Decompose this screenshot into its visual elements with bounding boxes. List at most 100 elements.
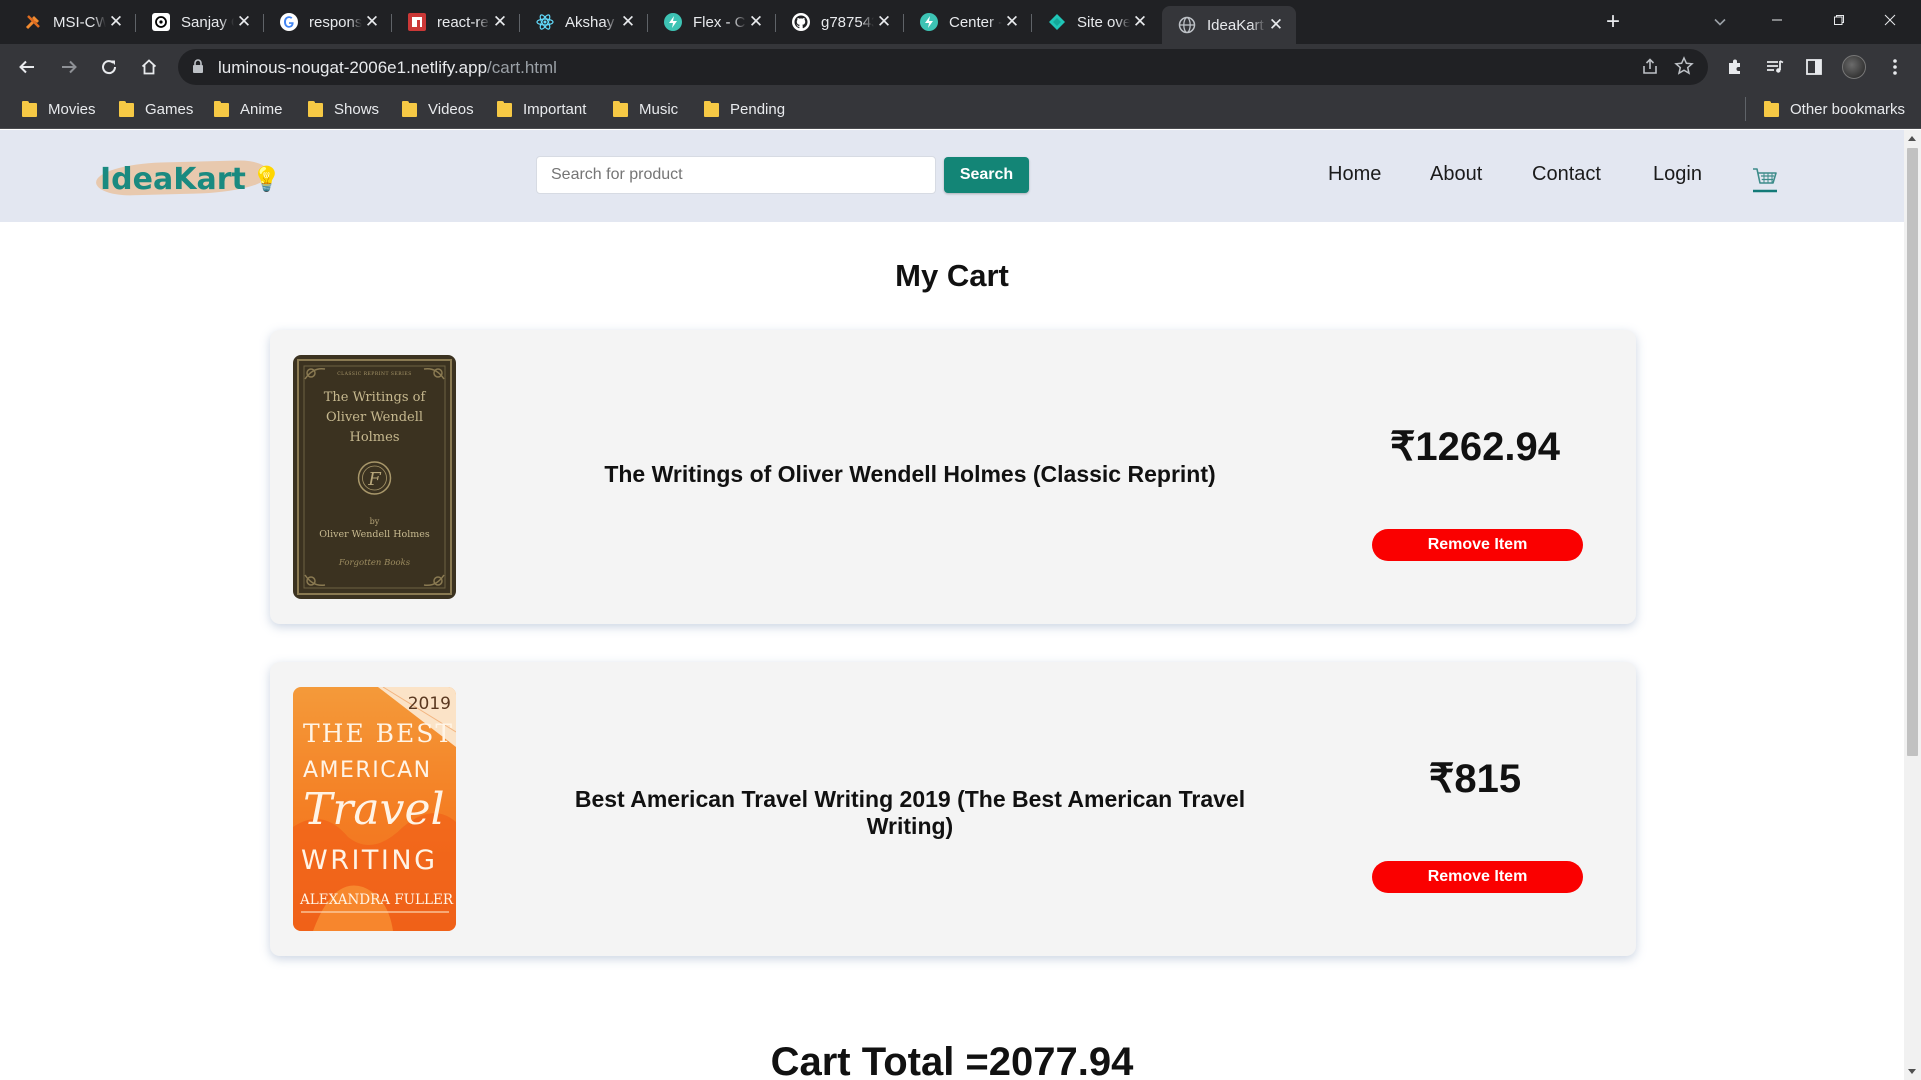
nav-home-link[interactable]: Home bbox=[1328, 163, 1381, 186]
bookmark-folder-videos[interactable]: Videos bbox=[402, 97, 474, 121]
share-icon[interactable] bbox=[1640, 57, 1660, 82]
browser-tab[interactable]: Flex - Chakra ✕ bbox=[648, 6, 776, 38]
book-cover-image[interactable]: 2019 THE BEST AMERICAN Travel WRITING AL… bbox=[293, 687, 456, 931]
svg-text:Oliver Wendell Holmes: Oliver Wendell Holmes bbox=[319, 529, 430, 540]
chakra-favicon-icon bbox=[920, 13, 938, 31]
extensions-puzzle-icon[interactable] bbox=[1718, 50, 1752, 84]
profile-avatar[interactable] bbox=[1842, 55, 1866, 79]
folder-icon bbox=[1764, 101, 1779, 117]
tools-favicon-icon bbox=[24, 13, 42, 31]
svg-text:Oliver Wendell: Oliver Wendell bbox=[326, 410, 423, 425]
remove-item-button[interactable]: Remove Item bbox=[1372, 861, 1583, 893]
folder-icon bbox=[22, 101, 37, 117]
browser-toolbar: luminous-nougat-2006e1.netlify.app/cart.… bbox=[0, 44, 1921, 89]
svg-text:Holmes: Holmes bbox=[349, 430, 399, 445]
svg-text:2019: 2019 bbox=[408, 694, 451, 714]
page-scrollbar[interactable] bbox=[1904, 130, 1921, 1080]
cart-item: 2019 THE BEST AMERICAN Travel WRITING AL… bbox=[270, 662, 1636, 956]
browser-tab[interactable]: MSI-CW-Blog ✕ bbox=[8, 6, 136, 38]
product-search-input[interactable] bbox=[536, 156, 936, 194]
tab-close-icon[interactable]: ✕ bbox=[1002, 12, 1022, 32]
browser-tab[interactable]: g787543/ideakart ✕ bbox=[776, 6, 904, 38]
tab-search-chevron-icon[interactable] bbox=[1706, 8, 1734, 36]
folder-icon bbox=[214, 101, 229, 117]
forward-arrow-icon[interactable] bbox=[52, 50, 86, 84]
cart-total: Cart Total =2077.94 bbox=[770, 1040, 1134, 1080]
bookmark-folder-pending[interactable]: Pending bbox=[704, 97, 785, 121]
scrollbar-thumb[interactable] bbox=[1907, 148, 1918, 756]
tab-close-icon[interactable]: ✕ bbox=[106, 12, 126, 32]
bookmark-folder-games[interactable]: Games bbox=[119, 97, 193, 121]
svg-text:Forgotten Books: Forgotten Books bbox=[338, 558, 411, 568]
back-arrow-icon[interactable] bbox=[10, 50, 44, 84]
folder-icon bbox=[613, 101, 628, 117]
browser-tab-active[interactable]: IdeaKart💡 ✕ bbox=[1162, 6, 1296, 44]
cart-icon[interactable] bbox=[1752, 166, 1778, 194]
tab-close-icon[interactable]: ✕ bbox=[1130, 12, 1150, 32]
scroll-down-arrow-icon[interactable] bbox=[1908, 1069, 1916, 1074]
browser-tab[interactable]: react-responsive ✕ bbox=[392, 6, 520, 38]
brand-name: IdeaKart bbox=[100, 161, 246, 197]
folder-icon bbox=[497, 101, 512, 117]
tab-close-icon[interactable]: ✕ bbox=[746, 12, 766, 32]
npm-favicon-icon bbox=[408, 13, 426, 31]
reload-icon[interactable] bbox=[92, 50, 126, 84]
bookmark-folder-movies[interactable]: Movies bbox=[22, 97, 96, 121]
side-panel-icon[interactable] bbox=[1797, 50, 1831, 84]
browser-tab[interactable]: Sanjay Gupta ✕ bbox=[136, 6, 264, 38]
svg-text:WRITING: WRITING bbox=[301, 845, 438, 876]
bookmark-star-icon[interactable] bbox=[1674, 56, 1694, 81]
tab-close-icon[interactable]: ✕ bbox=[234, 12, 254, 32]
folder-icon bbox=[402, 101, 417, 117]
site-header: IdeaKart 💡 Search Home About Contact Log… bbox=[0, 130, 1904, 222]
browser-menu-kebab-icon[interactable] bbox=[1878, 50, 1912, 84]
other-bookmarks-folder[interactable]: Other bookmarks bbox=[1764, 97, 1905, 121]
item-price: ₹1262.94 bbox=[1389, 425, 1561, 469]
site-logo[interactable]: IdeaKart 💡 bbox=[95, 158, 282, 200]
url-text[interactable]: luminous-nougat-2006e1.netlify.app/cart.… bbox=[218, 58, 557, 78]
netlify-favicon-icon bbox=[1048, 13, 1066, 31]
search-button[interactable]: Search bbox=[944, 157, 1029, 193]
tab-close-icon[interactable]: ✕ bbox=[618, 12, 638, 32]
browser-tab[interactable]: Center - Chakra ✕ bbox=[904, 6, 1032, 38]
tab-close-icon[interactable]: ✕ bbox=[1266, 15, 1286, 35]
address-bar[interactable]: luminous-nougat-2006e1.netlify.app/cart.… bbox=[178, 49, 1708, 85]
media-queue-icon[interactable] bbox=[1758, 50, 1792, 84]
nav-contact-link[interactable]: Contact bbox=[1532, 163, 1601, 186]
openai-favicon-icon bbox=[152, 13, 170, 31]
page-viewport: IdeaKart 💡 Search Home About Contact Log… bbox=[0, 130, 1904, 1080]
lock-icon[interactable] bbox=[192, 59, 204, 79]
bookmark-folder-music[interactable]: Music bbox=[613, 97, 678, 121]
close-window-icon[interactable] bbox=[1859, 0, 1921, 40]
cart-item: CLASSIC REPRINT SERIES The Writings of O… bbox=[270, 330, 1636, 624]
bookmark-folder-shows[interactable]: Shows bbox=[308, 97, 379, 121]
item-name: The Writings of Oliver Wendell Holmes (C… bbox=[604, 461, 1216, 487]
browser-tab[interactable]: responsive ✕ bbox=[264, 6, 392, 38]
item-price: ₹815 bbox=[1428, 757, 1522, 801]
book-cover-image[interactable]: CLASSIC REPRINT SERIES The Writings of O… bbox=[293, 355, 456, 599]
page-title: My Cart bbox=[895, 258, 1009, 293]
nav-about-link[interactable]: About bbox=[1430, 163, 1482, 186]
home-icon[interactable] bbox=[132, 50, 166, 84]
svg-text:by: by bbox=[370, 517, 380, 526]
react-favicon-icon bbox=[536, 13, 554, 31]
nav-login-link[interactable]: Login bbox=[1653, 163, 1702, 186]
tab-close-icon[interactable]: ✕ bbox=[362, 12, 382, 32]
new-tab-button[interactable]: + bbox=[1598, 8, 1628, 36]
remove-item-button[interactable]: Remove Item bbox=[1372, 529, 1583, 561]
folder-icon bbox=[119, 101, 134, 117]
google-favicon-icon bbox=[280, 13, 298, 31]
chakra-favicon-icon bbox=[664, 13, 682, 31]
browser-tab[interactable]: Akshay Puri ✕ bbox=[520, 6, 648, 38]
minimize-window-icon[interactable] bbox=[1746, 0, 1808, 40]
tab-close-icon[interactable]: ✕ bbox=[874, 12, 894, 32]
bookmark-folder-important[interactable]: Important bbox=[497, 97, 586, 121]
svg-text:F: F bbox=[367, 469, 382, 490]
tab-close-icon[interactable]: ✕ bbox=[490, 12, 510, 32]
browser-tab[interactable]: Site overview ✕ bbox=[1032, 6, 1160, 38]
svg-text:The Writings of: The Writings of bbox=[324, 390, 427, 405]
scroll-up-arrow-icon[interactable] bbox=[1908, 136, 1916, 141]
bookmark-folder-anime[interactable]: Anime bbox=[214, 97, 283, 121]
folder-icon bbox=[308, 101, 323, 117]
svg-text:THE BEST: THE BEST bbox=[303, 719, 454, 748]
